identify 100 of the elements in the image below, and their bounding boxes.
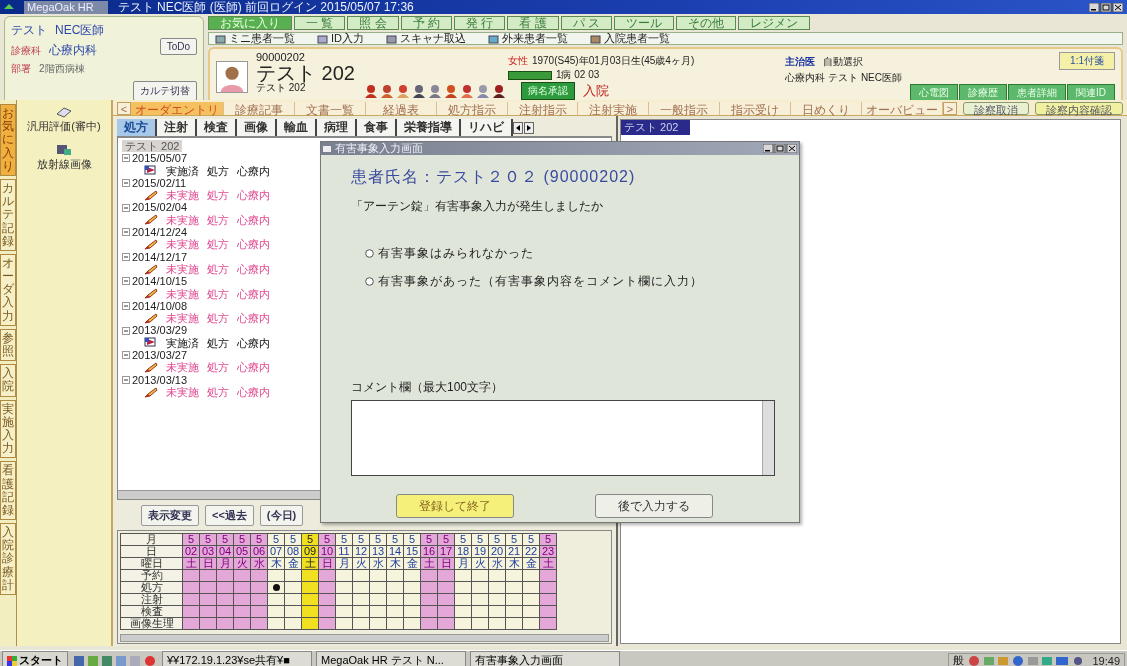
menu-tab[interactable]: 一 覧 [294, 16, 346, 30]
tree-date[interactable]: 2015/02/04 [132, 201, 188, 214]
prescription-record[interactable]: 未実施 処方 心療内 [144, 361, 270, 374]
nav-button[interactable]: 表示変更 [141, 504, 199, 526]
prescription-record[interactable]: 未実施 処方 心療内 [144, 287, 270, 300]
taskbar-task[interactable]: 有害事象入力画面 [470, 651, 620, 666]
order-tab[interactable]: 指示受け [720, 102, 792, 115]
collapse-icon[interactable] [122, 351, 130, 360]
menu-tab[interactable]: 照 会 [347, 16, 399, 30]
order-tab[interactable]: 経過表 [365, 102, 437, 115]
prescription-record[interactable]: 未実施 処方 心療内 [144, 262, 270, 276]
chart-switch-button[interactable]: カルテ切替 [133, 81, 197, 101]
sticky-note-button[interactable]: 1:1付箋 [1059, 52, 1115, 70]
scroll-right-icon[interactable] [524, 121, 534, 134]
menu-tab[interactable]: ツール [614, 16, 675, 30]
scroll-right-button[interactable]: > [943, 102, 957, 115]
order-tab[interactable]: オーバビュー [862, 102, 943, 115]
menu-tab[interactable]: レジメン [738, 16, 811, 30]
category-tab[interactable]: 栄養指導 [397, 119, 461, 136]
tree-date[interactable]: 2014/12/17 [132, 250, 188, 263]
tree-date[interactable]: 2013/03/13 [132, 373, 188, 386]
side-tab[interactable]: 入院診療計 [0, 523, 16, 595]
collapse-icon[interactable] [122, 179, 130, 188]
ime-indicator[interactable]: 般 [953, 653, 965, 666]
tree-date[interactable]: 2014/12/24 [132, 226, 188, 239]
prescription-record[interactable]: 未実施 処方 心療内 [144, 312, 270, 325]
tree-date[interactable]: 2014/10/08 [132, 299, 188, 313]
tree-date[interactable]: 2015/05/07 [132, 152, 188, 165]
todo-button[interactable]: ToDo [159, 38, 197, 55]
later-button[interactable]: 後で入力する [595, 494, 713, 518]
quick-launch-icons-drawing[interactable] [72, 653, 158, 666]
cancel-visit-button[interactable]: 診察取消 [963, 102, 1029, 115]
toolbar-link[interactable]: ミニ患者一覧 [229, 31, 295, 46]
category-tab[interactable]: リハビ [461, 119, 513, 136]
category-tab[interactable]: 処方 [117, 119, 157, 136]
side-tab[interactable]: カルテ記録 [0, 178, 16, 251]
collapse-icon[interactable] [122, 228, 130, 237]
side-tab[interactable]: 参照 [0, 328, 16, 362]
category-tab[interactable]: 注射 [157, 119, 197, 136]
side-tab[interactable]: 入院 [0, 364, 16, 397]
prescription-record[interactable]: 実施済 処方 心療内 [144, 336, 270, 350]
radio-button[interactable] [365, 248, 374, 258]
register-button[interactable]: 登録して終了 [396, 494, 514, 518]
collapse-icon[interactable] [122, 252, 130, 261]
confirm-visit-button[interactable]: 診察内容確認 [1035, 102, 1123, 115]
side-tab[interactable]: オーダ入力 [0, 253, 16, 326]
taskbar-task[interactable]: ¥¥172.19.1.23¥se共有¥■ [162, 651, 312, 666]
category-tab[interactable]: 病理 [317, 119, 357, 136]
prescription-record[interactable]: 実施済 処方 心療内 [144, 164, 270, 177]
order-tab[interactable]: 日めくり [791, 102, 862, 115]
comment-field[interactable] [351, 400, 775, 476]
order-tab[interactable]: 注射指示 [507, 102, 579, 115]
collapse-icon[interactable] [122, 203, 130, 212]
order-tab[interactable]: 処方指示 [436, 102, 508, 115]
category-tab[interactable]: 画像 [237, 119, 277, 136]
tree-date[interactable]: 2013/03/29 [132, 324, 188, 337]
side-tab[interactable]: 実施入力 [0, 399, 16, 459]
collapse-icon[interactable] [122, 277, 130, 286]
taskbar-task[interactable]: MegaOak HR テスト N... [316, 651, 466, 666]
nav-button[interactable]: <<過去 [205, 504, 254, 526]
menu-tab[interactable]: その他 [676, 16, 737, 30]
order-tab[interactable]: 文書一覧 [294, 102, 366, 115]
order-tab[interactable]: 診療記事 [224, 102, 295, 115]
collapse-icon[interactable] [122, 302, 130, 310]
prescription-record[interactable]: 未実施 処方 心療内 [144, 213, 270, 227]
radio-option[interactable]: 有害事象はみられなかった [365, 246, 534, 260]
category-tab[interactable]: 検査 [197, 119, 237, 136]
window-controls-icon[interactable] [1089, 2, 1123, 12]
menu-tab[interactable]: 看 護 [507, 16, 559, 30]
tree-root[interactable]: テスト 202 [122, 140, 183, 153]
toolbar-link[interactable]: 外来患者一覧 [502, 31, 568, 46]
radio-button[interactable] [365, 276, 374, 286]
menu-tab[interactable]: 発 行 [454, 16, 506, 30]
prescription-record[interactable]: 未実施 処方 心療内 [144, 238, 270, 251]
start-button[interactable]: スタート [2, 651, 68, 666]
prescription-record[interactable]: 未実施 処方 心療内 [144, 385, 270, 399]
collapse-icon[interactable] [122, 375, 130, 384]
nav-button[interactable]: (今日) [259, 504, 304, 526]
order-tab[interactable]: 注射実施 [578, 102, 650, 115]
scroll-left-icon[interactable] [513, 121, 523, 134]
tree-date[interactable]: 2015/02/11 [132, 176, 187, 190]
toolbar-link[interactable]: 入院患者一覧 [604, 31, 670, 46]
window-controls-icon[interactable] [763, 144, 797, 153]
category-tab[interactable]: 輸血 [277, 119, 317, 136]
tree-date[interactable]: 2014/10/15 [132, 275, 188, 288]
tree-date[interactable]: 2013/03/27 [132, 349, 188, 362]
side-item[interactable]: 放射線画像 [36, 157, 92, 172]
collapse-icon[interactable] [122, 326, 130, 335]
collapse-icon[interactable] [122, 154, 130, 163]
side-item[interactable]: 汎用評価(審中) [27, 119, 101, 134]
side-tab[interactable]: 看護記録 [0, 461, 16, 521]
menu-tab[interactable]: 予 約 [400, 16, 453, 30]
scrollbar[interactable] [120, 634, 609, 642]
toolbar-link[interactable]: スキャナ取込 [400, 31, 466, 46]
prescription-record[interactable]: 未実施 処方 心療内 [144, 189, 270, 202]
menu-tab[interactable]: パ ス [560, 16, 613, 30]
toolbar-link[interactable]: ID入力 [331, 31, 364, 46]
radio-option[interactable]: 有害事象があった（有害事象内容をコメント欄に入力） [365, 274, 703, 288]
side-tab[interactable]: お気に入り [0, 104, 16, 176]
order-tab[interactable]: 一般指示 [649, 102, 721, 115]
